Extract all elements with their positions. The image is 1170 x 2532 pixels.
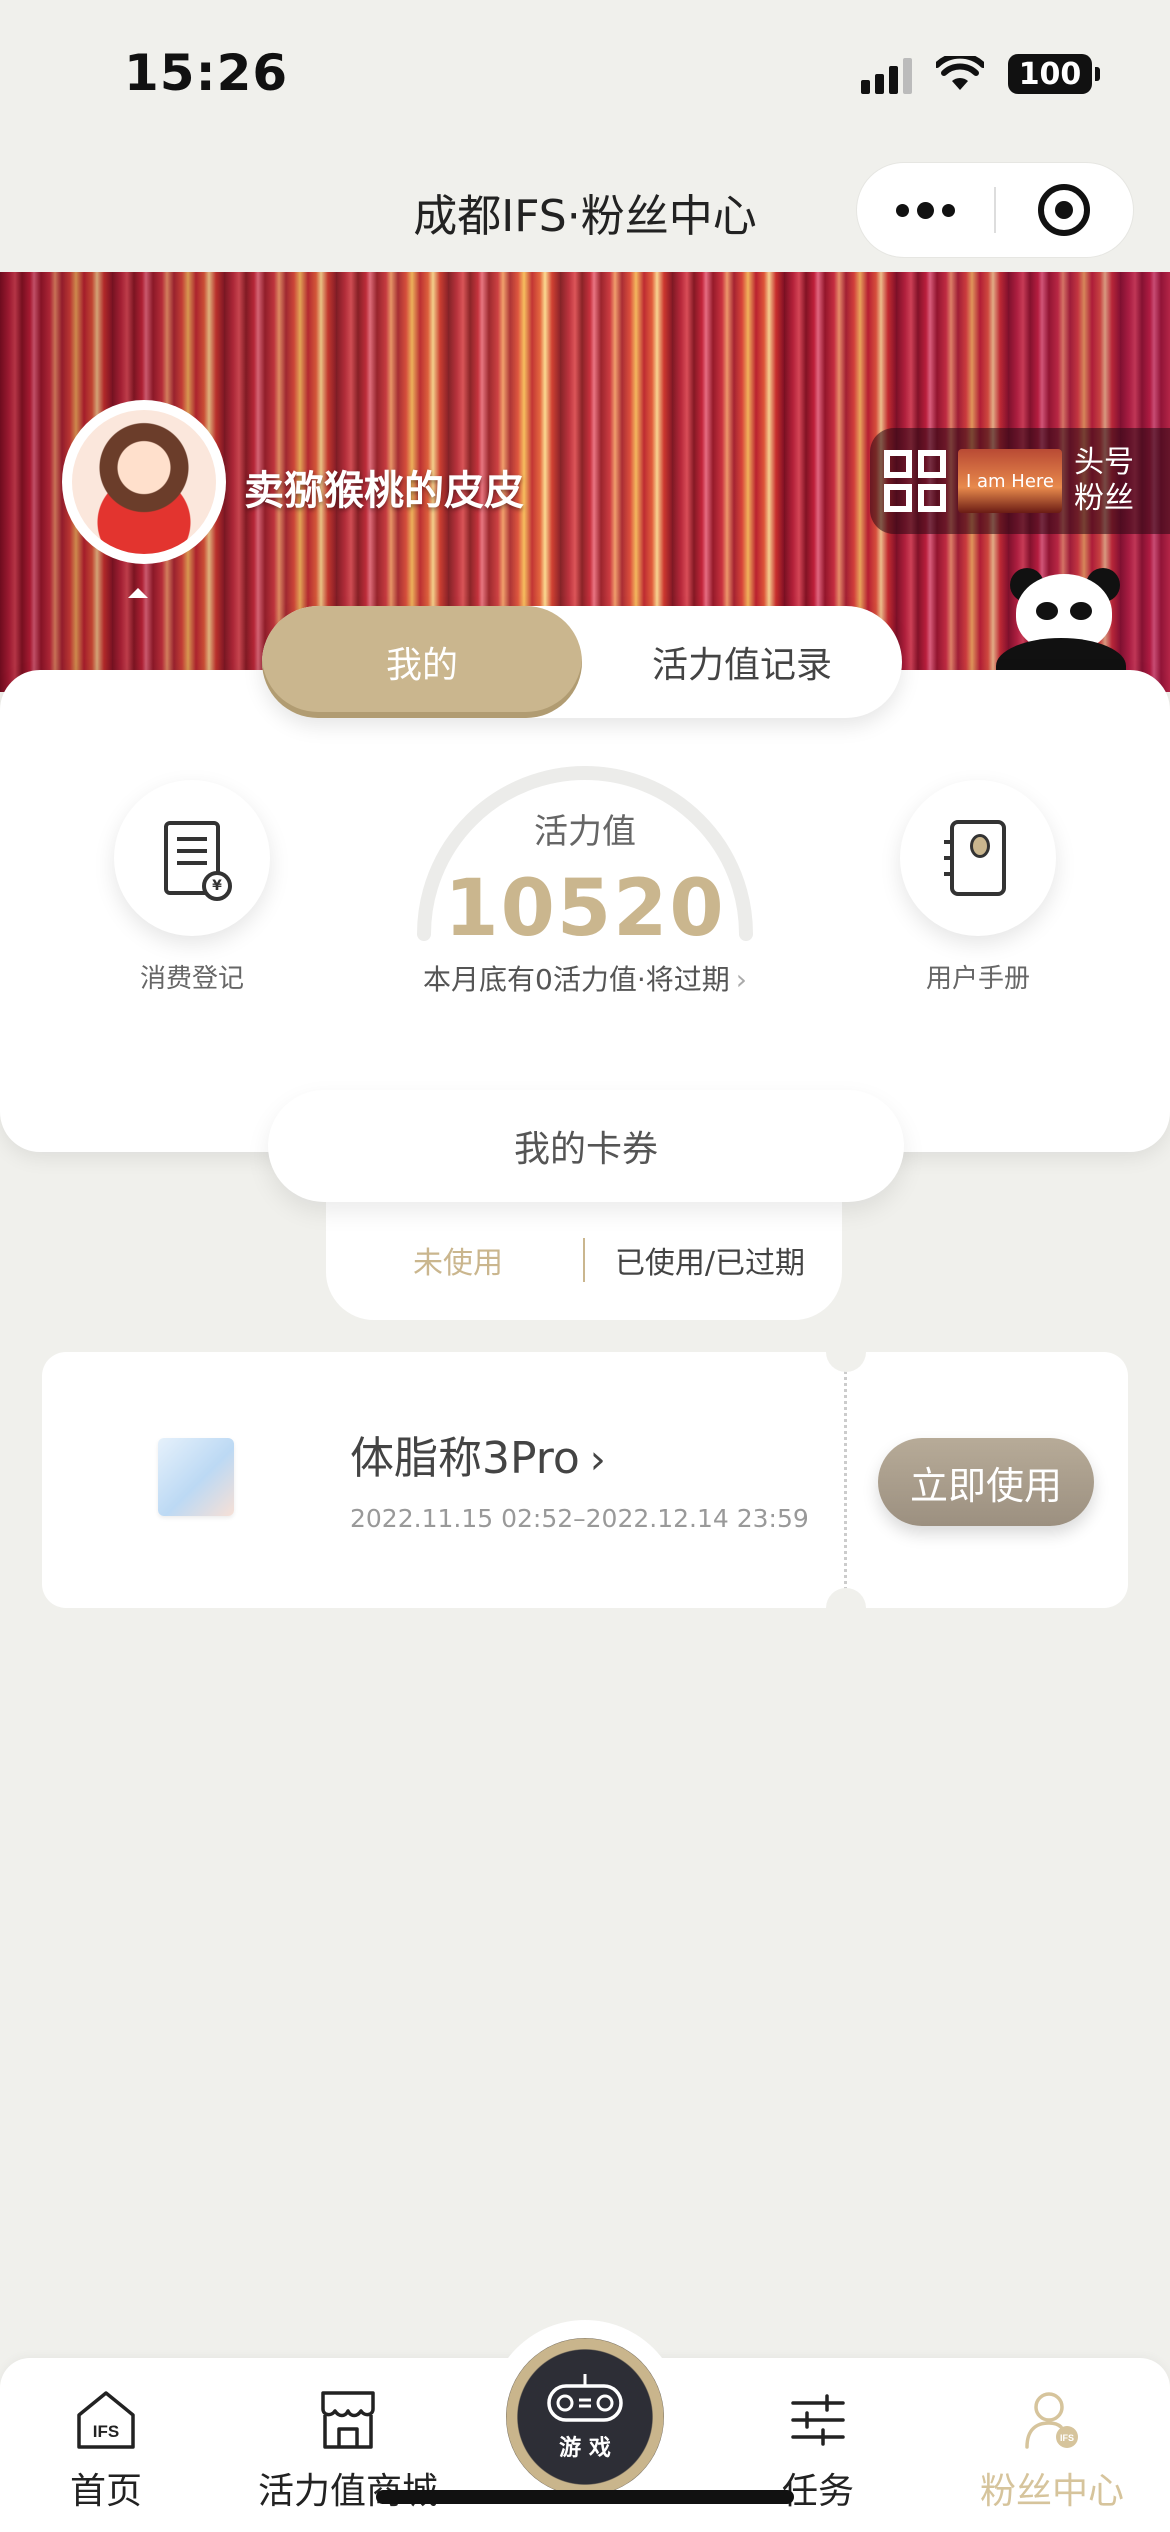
coupon-notch-bottom <box>826 1588 866 1628</box>
username: 卖猕猴桃的皮皮 <box>244 468 524 514</box>
chevron-right-icon: › <box>589 1437 606 1483</box>
avatar-caret-icon <box>128 588 148 598</box>
wifi-icon <box>936 56 984 90</box>
tabbar-label-game: 游 戏 <box>559 2436 611 2461</box>
tabbar-label-store: 活力值商城 <box>258 2471 439 2512</box>
tabbar-label-tasks: 任务 <box>782 2471 855 2512</box>
home-ifs-icon: IFS <box>74 2388 138 2452</box>
fan-badge-image: I am Here <box>958 449 1062 513</box>
fan-icon-text: IFS <box>1060 2433 1074 2443</box>
tab-mine[interactable]: 我的 <box>262 606 582 718</box>
status-time: 15:26 <box>124 44 289 102</box>
vitality-label: 活力值 <box>534 812 636 852</box>
vitality-gauge: 活力值 10520 <box>412 752 758 954</box>
home-icon-text: IFS <box>93 2422 119 2441</box>
tabbar-label-fan-center: 粉丝中心 <box>980 2471 1125 2512</box>
coupon-validity-dates: 2022.11.15 02:52–2022.12.14 23:59 <box>350 1504 809 1533</box>
coupon-card[interactable]: 体脂称3Pro › 2022.11.15 02:52–2022.12.14 23:… <box>42 1332 1128 1628</box>
close-target-icon[interactable] <box>996 163 1133 257</box>
coupon-perforation <box>844 1364 847 1596</box>
user-icon: IFS <box>1020 2388 1084 2452</box>
tab-switcher: 我的 活力值记录 <box>262 606 902 718</box>
fan-badge-line1: 头号 <box>1074 445 1134 480</box>
fan-badge-line2: 粉丝 <box>1074 481 1134 516</box>
sliders-icon <box>786 2388 850 2452</box>
panda-mascot-icon <box>996 568 1126 694</box>
user-manual-circle <box>900 780 1056 936</box>
notebook-icon <box>944 820 1006 896</box>
more-icon[interactable] <box>857 163 994 257</box>
navbar: 成都IFS·粉丝中心 <box>0 150 1170 270</box>
coupon-section-header: 我的卡券 <box>268 1090 904 1202</box>
filter-unused[interactable]: 未使用 <box>333 1238 583 1282</box>
tabbar-item-game[interactable]: 游 戏 <box>488 2320 682 2514</box>
game-button-face: 游 戏 <box>506 2338 664 2496</box>
chevron-right-icon: › <box>735 963 747 996</box>
consumption-register-circle: ¥ <box>114 780 270 936</box>
filter-used-expired[interactable]: 已使用/已过期 <box>585 1238 835 1282</box>
coupon-title[interactable]: 体脂称3Pro › <box>350 1422 606 1486</box>
receipt-icon: ¥ <box>164 821 232 901</box>
coupon-product-image <box>158 1438 234 1516</box>
use-now-button[interactable]: 立即使用 <box>878 1438 1094 1526</box>
avatar-image <box>72 410 216 554</box>
fan-badge[interactable]: I am Here 头号 粉丝 <box>870 428 1170 534</box>
coupon-filter: 未使用 已使用/已过期 <box>326 1200 842 1320</box>
tabbar-label-home: 首页 <box>70 2471 143 2512</box>
vitality-value: 10520 <box>444 864 726 954</box>
qr-code-icon[interactable] <box>884 450 946 512</box>
user-manual-button[interactable]: 用户手册 <box>898 780 1058 995</box>
avatar[interactable] <box>62 400 226 564</box>
coupon-title-text: 体脂称3Pro <box>350 1433 580 1484</box>
home-indicator <box>376 2490 794 2504</box>
fan-badge-text: 头号 粉丝 <box>1074 445 1134 517</box>
coupon-notch-top <box>826 1332 866 1372</box>
gamepad-icon <box>547 2374 623 2422</box>
tabbar-item-fan-center[interactable]: IFS 粉丝中心 <box>980 2388 1124 2514</box>
cellular-signal-icon <box>861 54 912 94</box>
status-icons: 100 <box>861 54 1100 94</box>
store-icon <box>316 2388 380 2452</box>
tab-vitality-records[interactable]: 活力值记录 <box>582 606 902 718</box>
miniprogram-capsule <box>856 162 1134 258</box>
battery-icon: 100 <box>1008 54 1100 94</box>
status-bar: 15:26 100 <box>0 0 1170 150</box>
tabbar-item-home[interactable]: IFS 首页 <box>70 2388 142 2514</box>
expire-note-text: 本月底有0活力值·将过期 <box>423 963 730 996</box>
user-manual-label: 用户手册 <box>925 964 1030 994</box>
